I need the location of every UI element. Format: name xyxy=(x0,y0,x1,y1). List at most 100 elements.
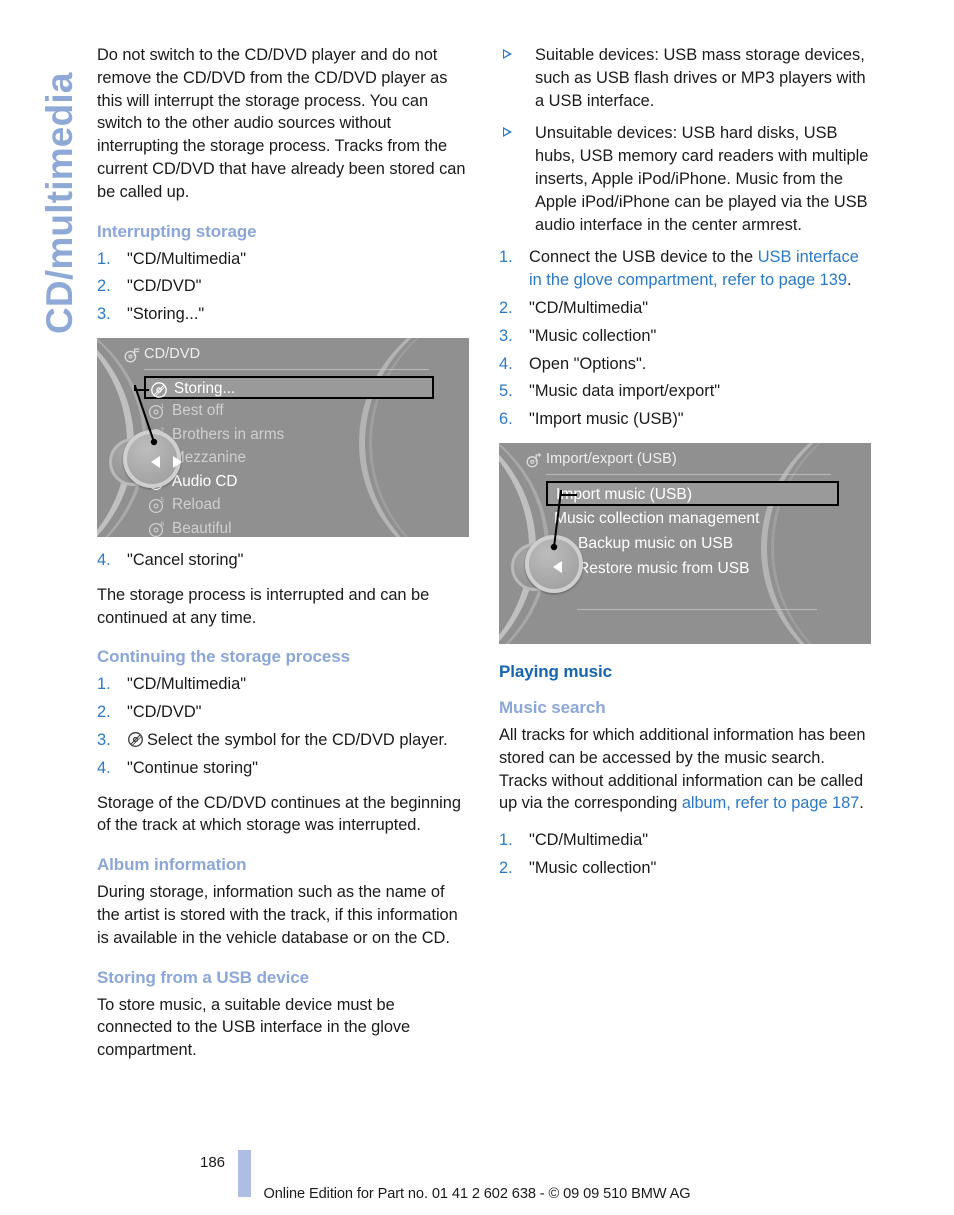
menu-item[interactable]: 3 Mezzanine xyxy=(144,446,444,470)
list-item: 4. "Cancel storing" xyxy=(97,549,469,572)
step-number: 3. xyxy=(97,730,111,749)
step-text-before: Connect the USB device to the xyxy=(529,248,758,267)
cd-multimedia-icon xyxy=(124,347,140,363)
step-text: "CD/Multimedia" xyxy=(127,249,247,268)
step-number: 2. xyxy=(97,703,111,722)
step-text: "CD/Multimedia" xyxy=(127,675,247,694)
figure-cd-dvd-screen: CD/DVD Storing... 1 Best off 2 Brothers … xyxy=(97,337,469,537)
step-number: 1. xyxy=(97,249,111,268)
cd-disc-6-icon: 6 xyxy=(148,520,166,537)
heading-interrupting-storage: Interrupting storage xyxy=(97,221,257,241)
step-text: "Cancel storing" xyxy=(127,550,244,569)
step-number: 4. xyxy=(97,758,111,777)
step-text: "Import music (USB)" xyxy=(529,410,684,429)
divider xyxy=(144,368,429,370)
chapter-side-tab: CD/multimedia xyxy=(0,0,90,400)
step-number: 2. xyxy=(499,298,513,317)
svg-text:1: 1 xyxy=(160,403,164,410)
menu-item-label: Import music (USB) xyxy=(556,485,693,503)
step-text: "Music collection" xyxy=(529,326,657,345)
menu-item[interactable]: Music collection management xyxy=(546,506,846,531)
arrow-right-icon xyxy=(173,455,182,468)
music-search-text-after: . xyxy=(859,794,864,813)
continuing-storage-steps: 1. "CD/Multimedia" 2. "CD/DVD" 3. Select… xyxy=(97,673,469,779)
divider xyxy=(577,608,817,610)
cd-disc-icon xyxy=(150,381,168,399)
list-item: Unsuitable devices: USB hard disks, USB … xyxy=(499,122,871,236)
interrupting-storage-steps: 1. "CD/Multimedia" 2. "CD/DVD" 3. "Stori… xyxy=(97,248,469,326)
menu-item[interactable]: 6 Beautiful xyxy=(144,517,444,537)
list-item: 1. Connect the USB device to the USB inte… xyxy=(499,246,871,292)
arrow-left-icon xyxy=(553,560,562,573)
step-number: 1. xyxy=(499,248,513,267)
list-item: 3. "Music collection" xyxy=(499,325,871,348)
list-item: 2. "Music collection" xyxy=(499,857,871,880)
page-number: 186 xyxy=(200,1154,226,1171)
bullet-text: Suitable devices: USB mass storage devic… xyxy=(535,46,866,110)
menu-item-selected[interactable]: Import music (USB) xyxy=(546,480,839,506)
step-number: 3. xyxy=(499,326,513,345)
divider xyxy=(546,473,831,475)
menu-item[interactable]: 2 Brothers in arms xyxy=(144,423,444,447)
step-text: "CD/DVD" xyxy=(127,277,202,296)
step-text-after: . xyxy=(847,271,852,290)
storage-interrupted-paragraph: The storage process is interrupted and c… xyxy=(97,585,430,627)
triangle-bullet-icon xyxy=(503,49,512,59)
step-text: "CD/DVD" xyxy=(127,703,202,722)
menu-item[interactable]: 5 Reload xyxy=(144,493,444,517)
list-item: 5. "Music data import/export" xyxy=(499,380,871,403)
step-text: "Music data import/export" xyxy=(529,382,721,401)
triangle-bullet-icon xyxy=(503,127,512,138)
heading-storing-from-usb: Storing from a USB device xyxy=(97,967,309,987)
idrive-controller-left-right[interactable] xyxy=(109,426,189,506)
menu-item-label: Music collection management xyxy=(554,509,760,527)
menu-item[interactable]: Backup music on USB xyxy=(546,531,846,556)
album-link[interactable]: album, refer to page 187 xyxy=(682,794,859,812)
menu-item-label: Beautiful xyxy=(172,519,232,537)
step-text: "Continue storing" xyxy=(127,758,258,777)
arrow-left-icon xyxy=(151,455,160,468)
menu-item-selected[interactable]: Storing... xyxy=(144,375,434,399)
heading-playing-music: Playing music xyxy=(499,661,613,681)
idrive-menu: Storing... 1 Best off 2 Brothers in arms… xyxy=(144,375,444,537)
footer-note: Online Edition for Part no. 01 41 2 602 … xyxy=(263,1186,691,1202)
step-text: "CD/Multimedia" xyxy=(529,298,649,317)
continuing-storage-paragraph: Storage of the CD/DVD continues at the b… xyxy=(97,793,461,835)
list-item: 2. "CD/Multimedia" xyxy=(499,297,871,320)
step-text: "Storing..." xyxy=(127,305,205,324)
controller-knob[interactable] xyxy=(123,429,182,488)
figure-title: CD/DVD xyxy=(144,345,201,362)
list-item: Suitable devices: USB mass storage devic… xyxy=(499,44,871,112)
svg-text:6: 6 xyxy=(160,521,164,528)
figure-import-export-screen: Import/export (USB) Import music (USB) M… xyxy=(499,442,871,644)
chapter-side-tab-label: CD/multimedia xyxy=(39,72,80,334)
step-number: 2. xyxy=(97,277,111,296)
list-item: 4. Open "Options". xyxy=(499,353,871,376)
list-item: 1. "CD/Multimedia" xyxy=(97,673,469,696)
cancel-storing-step: 4. "Cancel storing" xyxy=(97,549,469,572)
step-number: 4. xyxy=(97,550,111,569)
step-number: 2. xyxy=(499,858,513,877)
heading-music-search: Music search xyxy=(499,697,606,717)
step-number: 1. xyxy=(97,675,111,694)
menu-item-label: Restore music from USB xyxy=(578,559,750,577)
list-item: 3. Select the symbol for the CD/DVD play… xyxy=(97,729,469,752)
usb-device-bullets: Suitable devices: USB mass storage devic… xyxy=(499,44,871,236)
intro-paragraph: Do not switch to the CD/DVD player and d… xyxy=(97,46,466,201)
left-column: Do not switch to the CD/DVD player and d… xyxy=(97,44,469,1076)
list-item: 1. "CD/Multimedia" xyxy=(97,248,469,271)
step-text: "CD/Multimedia" xyxy=(529,831,649,850)
step-number: 3. xyxy=(97,305,111,324)
right-column: Suitable devices: USB mass storage devic… xyxy=(499,44,871,892)
idrive-menu: Import music (USB) Music collection mana… xyxy=(546,480,846,581)
menu-item[interactable]: 4 Audio CD xyxy=(144,470,444,494)
menu-item[interactable]: Restore music from USB xyxy=(546,556,846,581)
controller-knob[interactable] xyxy=(525,534,583,593)
heading-album-information: Album information xyxy=(97,855,247,875)
menu-item[interactable]: 1 Best off xyxy=(144,399,444,423)
list-item: 2. "CD/DVD" xyxy=(97,275,469,298)
menu-item-label: Backup music on USB xyxy=(578,534,734,552)
step-number: 5. xyxy=(499,382,513,401)
menu-item-label: Storing... xyxy=(174,379,236,397)
idrive-controller-left[interactable] xyxy=(511,531,591,611)
